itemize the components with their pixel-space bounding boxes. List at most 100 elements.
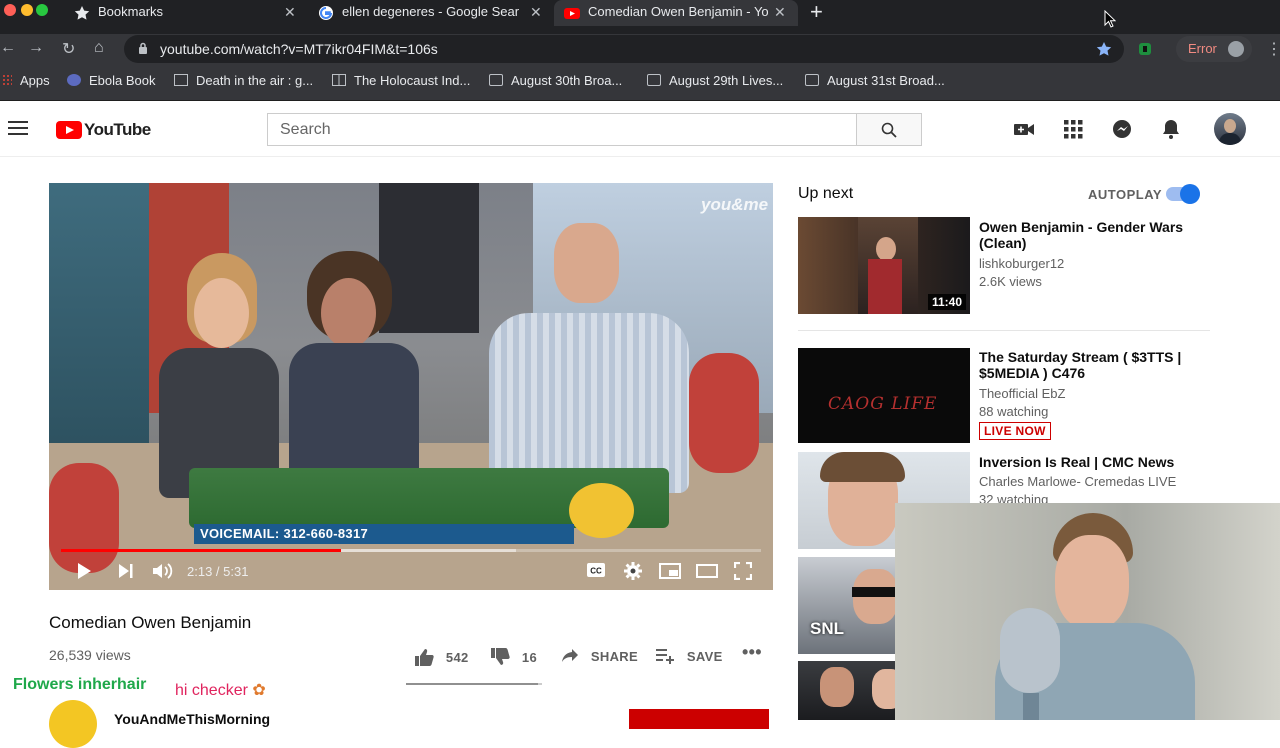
create-video-icon[interactable] bbox=[1013, 118, 1035, 140]
channel-watermark: you&me bbox=[701, 195, 769, 214]
related-title-1[interactable]: Owen Benjamin - Gender Wars (Clean) bbox=[979, 219, 1199, 251]
url-text[interactable]: youtube.com/watch?v=MT7ikr04FIM&t=106s bbox=[160, 41, 438, 57]
hamburger-menu-icon[interactable] bbox=[8, 121, 28, 139]
close-tab-icon[interactable]: ✕ bbox=[530, 0, 542, 24]
apps-grid-icon bbox=[2, 74, 12, 86]
bookmark-death-in-the-air[interactable]: Death in the air : g... bbox=[174, 73, 313, 88]
reload-icon[interactable]: ↻ bbox=[62, 39, 75, 59]
settings-gear-icon[interactable] bbox=[624, 562, 642, 580]
close-tab-icon[interactable]: ✕ bbox=[284, 0, 296, 24]
fullscreen-icon[interactable] bbox=[734, 562, 752, 580]
svg-text:CC: CC bbox=[590, 567, 602, 576]
back-arrow-icon[interactable]: ← bbox=[0, 39, 16, 57]
time-display: 2:13 / 5:31 bbox=[187, 564, 249, 579]
next-icon[interactable] bbox=[117, 562, 135, 580]
autoplay-toggle[interactable] bbox=[1166, 184, 1200, 204]
like-count: 542 bbox=[445, 650, 469, 665]
play-icon[interactable] bbox=[75, 562, 93, 580]
star-icon bbox=[74, 5, 90, 21]
video-player[interactable]: VOICEMAIL: 312-660-8317 you&me 2:13 / 5:… bbox=[49, 183, 773, 590]
snl-label: SNL bbox=[810, 619, 844, 638]
bookmark-star-icon[interactable] bbox=[1096, 41, 1112, 57]
video-progress-bar[interactable] bbox=[61, 549, 761, 552]
close-tab-icon[interactable]: ✕ bbox=[774, 0, 786, 24]
share-button[interactable]: SHARE bbox=[561, 648, 638, 664]
folder-icon bbox=[489, 74, 503, 86]
home-icon[interactable]: ⌂ bbox=[94, 39, 104, 57]
bookmark-august-29th[interactable]: August 29th Lives... bbox=[647, 73, 783, 88]
share-arrow-icon bbox=[562, 649, 578, 662]
red-pillow bbox=[689, 353, 759, 473]
playlist-add-icon bbox=[656, 649, 674, 664]
played-bar bbox=[61, 549, 341, 552]
live-now-badge: LIVE NOW bbox=[979, 422, 1051, 440]
tab-google-search[interactable]: ellen degeneres - Google Sear ✕ bbox=[308, 0, 552, 26]
globe-icon bbox=[67, 74, 81, 86]
bookmark-august-30th[interactable]: August 30th Broa... bbox=[489, 73, 622, 88]
guest-shirt bbox=[489, 313, 689, 493]
error-label: Error bbox=[1188, 41, 1217, 56]
search-box[interactable] bbox=[267, 113, 857, 146]
related-channel-2[interactable]: Theofficial EbZ bbox=[979, 386, 1065, 401]
theater-mode-icon[interactable] bbox=[696, 562, 718, 580]
apps-grid-icon[interactable] bbox=[1062, 118, 1084, 140]
browser-toolbar: ← → ↻ ⌂ youtube.com/watch?v=MT7ikr04FIM&… bbox=[0, 34, 1280, 64]
youtube-icon bbox=[564, 5, 580, 21]
search-button[interactable] bbox=[856, 113, 922, 146]
hair-figure bbox=[820, 452, 905, 482]
forward-arrow-icon[interactable]: → bbox=[28, 39, 44, 57]
related-title-2[interactable]: The Saturday Stream ( $3TTS | $5MEDIA ) … bbox=[979, 349, 1199, 381]
folder-icon bbox=[805, 74, 819, 86]
tab-bookmarks[interactable]: Bookmarks ✕ bbox=[64, 0, 304, 26]
extension-icon[interactable] bbox=[1137, 41, 1153, 57]
microphone-icon bbox=[1000, 608, 1060, 693]
more-actions-icon[interactable]: ••• bbox=[742, 642, 762, 663]
search-input[interactable] bbox=[268, 114, 857, 145]
studio-screen bbox=[49, 183, 149, 483]
thumbnail-2[interactable]: CAOG LIFE bbox=[798, 348, 970, 443]
toggle-knob bbox=[1180, 184, 1200, 204]
save-button[interactable]: SAVE bbox=[655, 648, 723, 664]
tab-title: ellen degeneres - Google Sear bbox=[342, 4, 520, 19]
thumbnail-1[interactable]: 11:40 bbox=[798, 217, 970, 314]
host-face bbox=[321, 278, 376, 348]
like-button[interactable]: 542 bbox=[414, 648, 469, 666]
show-logo-sun bbox=[569, 483, 634, 538]
messages-icon[interactable] bbox=[1111, 118, 1133, 140]
user-avatar[interactable] bbox=[1214, 113, 1246, 145]
thumbnail-text: CAOG LIFE bbox=[828, 394, 938, 414]
maximize-window-button[interactable] bbox=[36, 4, 48, 16]
tab-title: Comedian Owen Benjamin - Yo bbox=[588, 4, 768, 19]
comedian-shirt bbox=[868, 259, 902, 314]
bookmark-holocaust-ind[interactable]: The Holocaust Ind... bbox=[332, 73, 470, 88]
miniplayer-icon[interactable] bbox=[659, 562, 681, 580]
address-bar[interactable]: youtube.com/watch?v=MT7ikr04FIM&t=106s bbox=[124, 35, 1124, 63]
chat-message: Flowers inherhair bbox=[13, 676, 147, 693]
close-window-button[interactable] bbox=[4, 4, 16, 16]
channel-avatar[interactable] bbox=[49, 700, 97, 748]
kebab-menu-icon[interactable]: ⋮ bbox=[1266, 39, 1280, 59]
duration-badge: 11:40 bbox=[927, 294, 966, 310]
minimize-window-button[interactable] bbox=[21, 4, 33, 16]
dislike-button[interactable]: 16 bbox=[490, 648, 537, 666]
studio-shelf bbox=[379, 183, 479, 333]
tab-youtube[interactable]: Comedian Owen Benjamin - Yo ✕ bbox=[554, 0, 798, 26]
bookmark-ebola-book[interactable]: Ebola Book bbox=[67, 73, 156, 88]
related-channel-1[interactable]: lishkoburger12 bbox=[979, 256, 1064, 271]
streamer-face bbox=[1055, 535, 1129, 630]
related-title-3[interactable]: Inversion Is Real | CMC News bbox=[979, 454, 1199, 470]
like-ratio-bar bbox=[406, 683, 542, 685]
youtube-logo[interactable]: YouTube bbox=[56, 120, 151, 140]
browser-tab-strip: Bookmarks ✕ ellen degeneres - Google Sea… bbox=[0, 0, 1280, 34]
related-channel-3[interactable]: Charles Marlowe- Cremedas LIVE bbox=[979, 474, 1176, 489]
grid-icon bbox=[332, 74, 346, 86]
volume-icon[interactable] bbox=[152, 562, 174, 580]
new-tab-button[interactable]: + bbox=[810, 0, 823, 24]
channel-name[interactable]: YouAndMeThisMorning bbox=[114, 711, 270, 727]
notifications-bell-icon[interactable] bbox=[1160, 118, 1182, 140]
subscribe-button[interactable] bbox=[629, 709, 769, 729]
bookmarks-bar: Apps Ebola Book Death in the air : g... … bbox=[0, 64, 1280, 101]
bookmark-apps[interactable]: Apps bbox=[2, 73, 50, 88]
captions-icon[interactable]: CC bbox=[586, 562, 606, 578]
bookmark-august-31st[interactable]: August 31st Broad... bbox=[805, 73, 945, 88]
